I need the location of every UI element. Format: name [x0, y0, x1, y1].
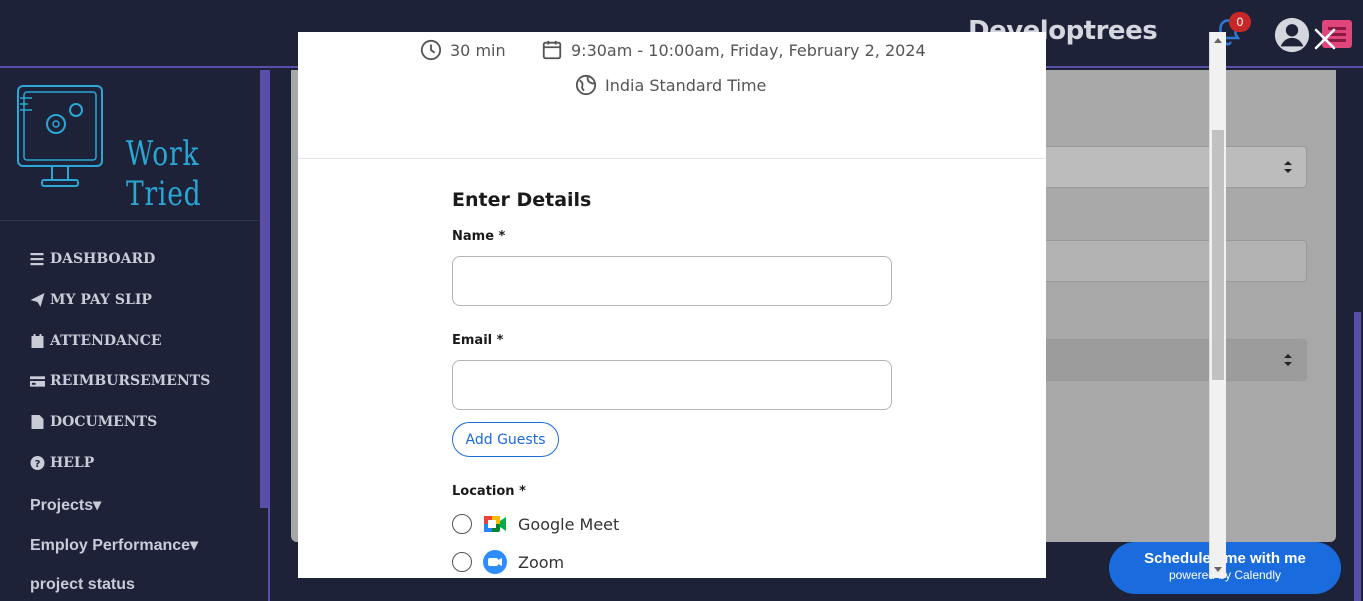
calendar-icon — [31, 334, 44, 348]
select-caret-icon — [1284, 354, 1292, 366]
location-option-label: Google Meet — [518, 514, 620, 534]
sidebar-item-label: Projects▾ — [30, 497, 102, 514]
google-meet-icon — [484, 516, 506, 532]
duration-text: 30 min — [450, 40, 506, 60]
file-icon — [31, 415, 44, 429]
sidebar-item-label: ATTENDANCE — [50, 333, 162, 349]
email-input[interactable] — [452, 360, 892, 410]
calendar-icon — [542, 40, 562, 60]
calendly-booking-modal: 30 min 9:30am - 10:00am, Friday, Februar… — [298, 32, 1046, 578]
sidebar-item-label: Employ Performance▾ — [30, 537, 199, 554]
modal-scrollbar-thumb[interactable] — [1212, 130, 1224, 380]
radio-button[interactable] — [452, 514, 472, 534]
svg-text:?: ? — [35, 459, 41, 470]
question-circle-icon: ? — [30, 456, 45, 470]
user-avatar-icon[interactable] — [1273, 16, 1311, 54]
sidebar-item-project-status[interactable]: project status — [30, 576, 135, 594]
sidebar-item-attendance[interactable]: ATTENDANCE — [30, 333, 162, 349]
timezone-info: India Standard Time — [575, 74, 766, 96]
sidebar-item-projects[interactable]: Projects▾ — [30, 495, 101, 515]
monitor-gears-icon — [17, 85, 103, 187]
datetime-info: 9:30am - 10:00am, Friday, February 2, 20… — [541, 39, 926, 61]
sidebar-scrollbar[interactable] — [260, 70, 268, 508]
page-scrollbar-thumb[interactable] — [1354, 312, 1361, 601]
modal-scrollbar[interactable] — [1209, 32, 1226, 578]
sidebar: Work Tried DASHBOARD MY PAY SLIP ATTENDA… — [0, 70, 270, 601]
clock-icon — [420, 39, 442, 61]
close-icon[interactable] — [1312, 26, 1338, 52]
location-label: Location * — [452, 484, 526, 499]
name-label: Name * — [452, 229, 506, 244]
datetime-text: 9:30am - 10:00am, Friday, February 2, 20… — [571, 40, 926, 60]
bars-icon — [30, 253, 44, 266]
scroll-up-arrow-icon[interactable] — [1214, 38, 1222, 43]
sidebar-item-label: DASHBOARD — [50, 251, 156, 267]
add-guests-button[interactable]: Add Guests — [452, 422, 559, 457]
timezone-text: India Standard Time — [605, 75, 767, 95]
zoom-icon — [483, 550, 507, 574]
sidebar-item-label: DOCUMENTS — [50, 414, 158, 430]
sidebar-item-label: REIMBURSEMENTS — [50, 373, 211, 389]
sidebar-divider — [0, 220, 260, 221]
page-scrollbar[interactable] — [1353, 72, 1363, 601]
notification-badge: 0 — [1229, 12, 1251, 32]
form-title: Enter Details — [452, 189, 592, 211]
modal-divider — [298, 158, 1046, 159]
sidebar-item-reimbursements[interactable]: REIMBURSEMENTS — [30, 373, 210, 389]
sidebar-item-label: MY PAY SLIP — [50, 292, 152, 308]
location-option-google-meet[interactable]: Google Meet — [452, 511, 619, 537]
sidebar-item-help[interactable]: ? HELP — [30, 455, 94, 471]
sidebar-item-documents[interactable]: DOCUMENTS — [30, 414, 157, 430]
sidebar-item-employ-performance[interactable]: Employ Performance▾ — [30, 535, 198, 555]
credit-card-icon — [30, 376, 45, 387]
sidebar-item-dashboard[interactable]: DASHBOARD — [30, 251, 155, 267]
scroll-down-arrow-icon[interactable] — [1214, 567, 1222, 572]
location-option-zoom[interactable]: Zoom — [452, 549, 564, 575]
select-caret-icon — [1284, 161, 1292, 173]
logo-text: Work Tried — [126, 134, 202, 214]
globe-icon — [575, 74, 597, 96]
radio-button[interactable] — [452, 552, 472, 572]
name-input[interactable] — [452, 256, 892, 306]
logo: Work Tried — [16, 84, 246, 214]
duration-info: 30 min — [420, 39, 506, 61]
paper-plane-icon — [30, 293, 45, 307]
sidebar-item-label: HELP — [50, 455, 95, 471]
email-label: Email * — [452, 333, 504, 348]
location-option-label: Zoom — [518, 552, 565, 572]
sidebar-item-my-pay-slip[interactable]: MY PAY SLIP — [30, 292, 152, 308]
sidebar-item-label: project status — [30, 576, 135, 593]
